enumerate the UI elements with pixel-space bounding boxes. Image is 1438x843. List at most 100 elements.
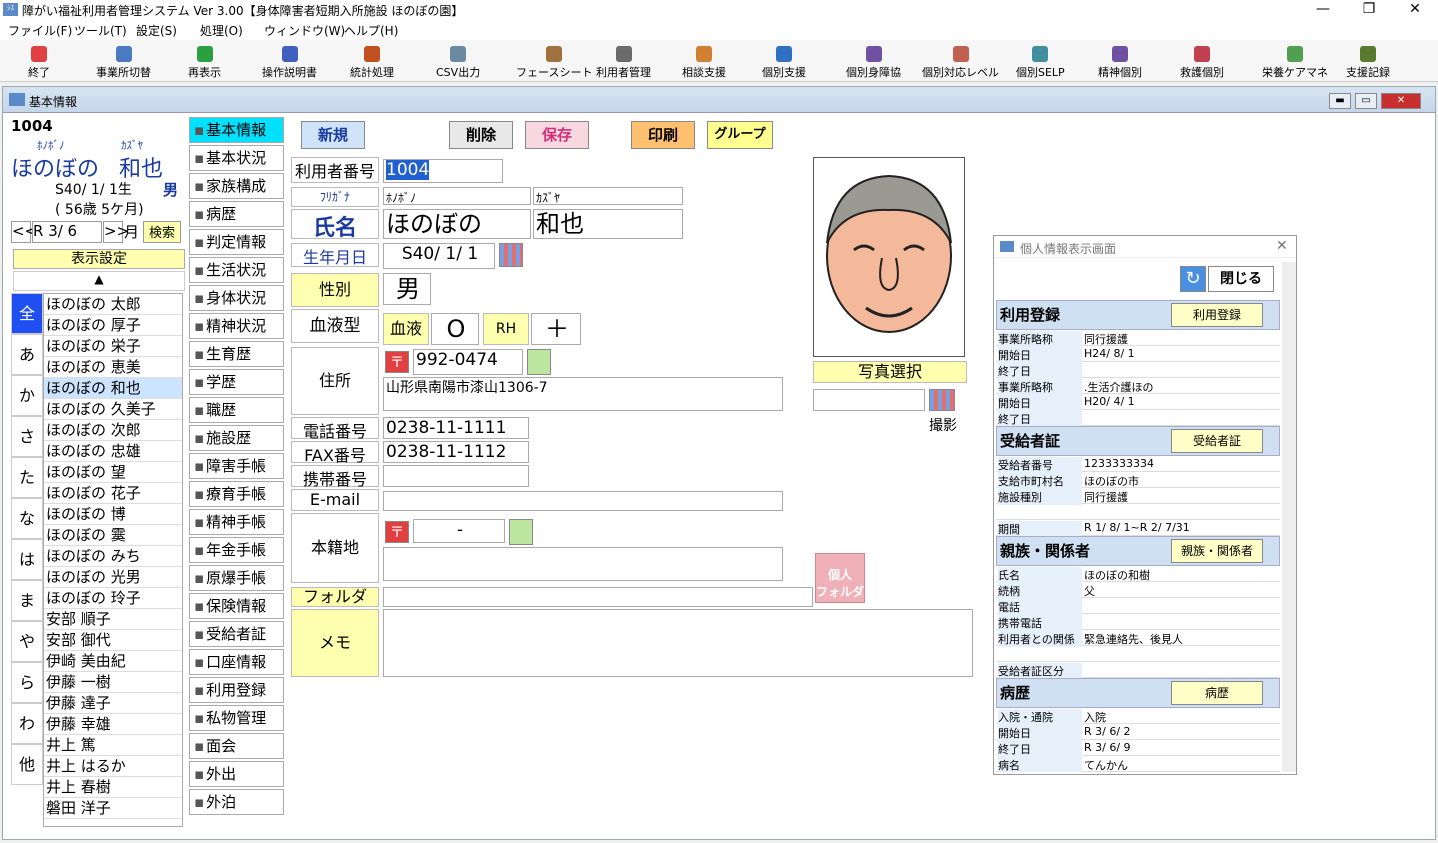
display-settings-button[interactable]: 表示設定 [13, 249, 185, 269]
honseki-postal-field[interactable]: - [413, 519, 505, 543]
blood-field[interactable]: O [431, 313, 479, 345]
tab-11[interactable]: ▪ 施設歴 [189, 425, 284, 451]
list-item[interactable]: ほのぼの 望 [44, 462, 182, 483]
menu-help[interactable]: ヘルプ(H) [344, 22, 398, 39]
index-tab-9[interactable]: ら [11, 662, 43, 703]
honseki-postal-button[interactable]: 〒 [385, 521, 409, 543]
menu-settings[interactable]: 設定(S) [136, 22, 177, 39]
toolbar-button-3[interactable]: 操作説明書 [262, 42, 317, 82]
list-item[interactable]: ほのぼの 太郎 [44, 294, 182, 315]
index-tab-1[interactable]: あ [11, 334, 43, 375]
address-field[interactable]: 山形県南陽市漆山1306-7 [383, 377, 783, 411]
birth-field[interactable]: S40/ 1/ 1 [383, 243, 495, 269]
list-item[interactable]: 伊藤 達子 [44, 693, 182, 714]
index-tab-4[interactable]: た [11, 457, 43, 498]
index-tab-7[interactable]: ま [11, 580, 43, 621]
list-item[interactable]: 伊崎 美由紀 [44, 651, 182, 672]
id-field[interactable]: 1004 [383, 159, 503, 183]
group-button[interactable]: グループ [707, 121, 773, 149]
index-tab-6[interactable]: は [11, 539, 43, 580]
menu-tools[interactable]: ツール(T) [74, 22, 127, 39]
tab-16[interactable]: ▪ 原爆手帳 [189, 565, 284, 591]
toolbar-button-0[interactable]: 終了 [28, 42, 50, 82]
section-button[interactable]: 利用登録 [1171, 303, 1263, 327]
minimize-button[interactable]: — [1300, 0, 1346, 20]
postal-lookup-button[interactable]: 〒 [385, 351, 409, 373]
tab-23[interactable]: ▪ 外出 [189, 761, 284, 787]
tab-13[interactable]: ▪ 療育手帳 [189, 481, 284, 507]
folder-field[interactable] [383, 587, 813, 607]
tab-22[interactable]: ▪ 面会 [189, 733, 284, 759]
menu-window[interactable]: ウィンドウ(W) [264, 22, 345, 39]
email-field[interactable] [383, 491, 783, 511]
new-button[interactable]: 新規 [301, 121, 365, 149]
photo-select-button[interactable]: 写真選択 [813, 361, 967, 383]
maximize-button[interactable]: ❐ [1346, 0, 1392, 20]
index-tab-2[interactable]: か [11, 375, 43, 416]
toolbar-button-2[interactable]: 再表示 [188, 42, 221, 82]
toolbar-button-13[interactable]: 精神個別 [1098, 42, 1142, 82]
blood-button[interactable]: 血液 [383, 313, 429, 345]
index-tab-5[interactable]: な [11, 498, 43, 539]
list-item[interactable]: 井上 篤 [44, 735, 182, 756]
tab-1[interactable]: ▪ 基本状況 [189, 145, 284, 171]
tel-field[interactable]: 0238-11-1111 [383, 417, 529, 439]
tab-8[interactable]: ▪ 生育歴 [189, 341, 284, 367]
scroll-up-button[interactable]: ▲ [13, 271, 185, 291]
list-item[interactable]: 磐田 洋子 [44, 798, 182, 819]
search-button[interactable]: 検索 [143, 221, 181, 243]
tab-18[interactable]: ▪ 受給者証 [189, 621, 284, 647]
toolbar-button-14[interactable]: 救護個別 [1180, 42, 1224, 82]
rh-field[interactable]: ＋ [531, 313, 581, 345]
list-item[interactable]: 井上 はるか [44, 756, 182, 777]
tab-12[interactable]: ▪ 障害手帳 [189, 453, 284, 479]
index-tab-8[interactable]: や [11, 621, 43, 662]
popup-close-icon[interactable]: ✕ [1276, 238, 1288, 254]
tab-14[interactable]: ▪ 精神手帳 [189, 509, 284, 535]
user-list[interactable]: ほのぼの 太郎 ほのぼの 厚子 ほのぼの 栄子 ほのぼの 恵美 ほのぼの 和也 ほのぼの … [43, 293, 183, 827]
section-button[interactable]: 受給者証 [1171, 429, 1263, 453]
tab-4[interactable]: ▪ 判定情報 [189, 229, 284, 255]
camera-icon[interactable] [929, 389, 955, 411]
first-name-field[interactable]: 和也 [533, 209, 683, 239]
list-item[interactable]: 伊藤 一樹 [44, 672, 182, 693]
refresh-icon[interactable]: ↻ [1180, 266, 1206, 292]
next-month-button[interactable]: >> [103, 221, 129, 243]
index-tab-3[interactable]: さ [11, 416, 43, 457]
list-item[interactable]: ほのぼの 花子 [44, 483, 182, 504]
memo-field[interactable] [383, 609, 973, 677]
prev-month-button[interactable]: << [11, 221, 37, 243]
tab-15[interactable]: ▪ 年金手帳 [189, 537, 284, 563]
kana-last-field[interactable]: ﾎﾉﾎﾞﾉ [383, 187, 531, 205]
list-item[interactable]: 安部 御代 [44, 630, 182, 651]
menu-file[interactable]: ファイル(F) [8, 22, 72, 39]
list-item[interactable]: ほのぼの 栄子 [44, 336, 182, 357]
tab-21[interactable]: ▪ 私物管理 [189, 705, 284, 731]
toolbar-button-16[interactable]: 支援記録 [1346, 42, 1390, 82]
child-close-button[interactable]: ✕ [1381, 93, 1421, 109]
list-item[interactable]: ほのぼの 次郎 [44, 420, 182, 441]
section-button[interactable]: 病歴 [1171, 681, 1263, 705]
list-item[interactable]: 井上 春樹 [44, 777, 182, 798]
list-item[interactable]: ほのぼの 恵美 [44, 357, 182, 378]
list-item[interactable]: ほのぼの 厚子 [44, 315, 182, 336]
tab-2[interactable]: ▪ 家族構成 [189, 173, 284, 199]
toolbar-button-9[interactable]: 個別支援 [762, 42, 806, 82]
section-button[interactable]: 親族・関係者 [1171, 539, 1263, 563]
photo-path-field[interactable] [813, 389, 925, 411]
tab-0[interactable]: ▪ 基本情報 [189, 117, 284, 143]
list-item[interactable]: ほのぼの 忠雄 [44, 441, 182, 462]
index-tab-11[interactable]: 他 [11, 744, 43, 785]
honseki-field[interactable] [383, 547, 783, 581]
tab-19[interactable]: ▪ 口座情報 [189, 649, 284, 675]
tab-17[interactable]: ▪ 保険情報 [189, 593, 284, 619]
popup-scrollbar[interactable] [1282, 262, 1296, 772]
delete-button[interactable]: 削除 [449, 121, 513, 149]
postal-field[interactable]: 992-0474 [413, 349, 523, 375]
close-button[interactable]: ✕ [1392, 0, 1438, 20]
index-tab-10[interactable]: わ [11, 703, 43, 744]
last-name-field[interactable]: ほのぼの [383, 209, 531, 239]
save-button[interactable]: 保存 [525, 121, 589, 149]
toolbar-button-10[interactable]: 個別身障協 [846, 42, 901, 82]
calendar-icon[interactable] [499, 243, 523, 267]
